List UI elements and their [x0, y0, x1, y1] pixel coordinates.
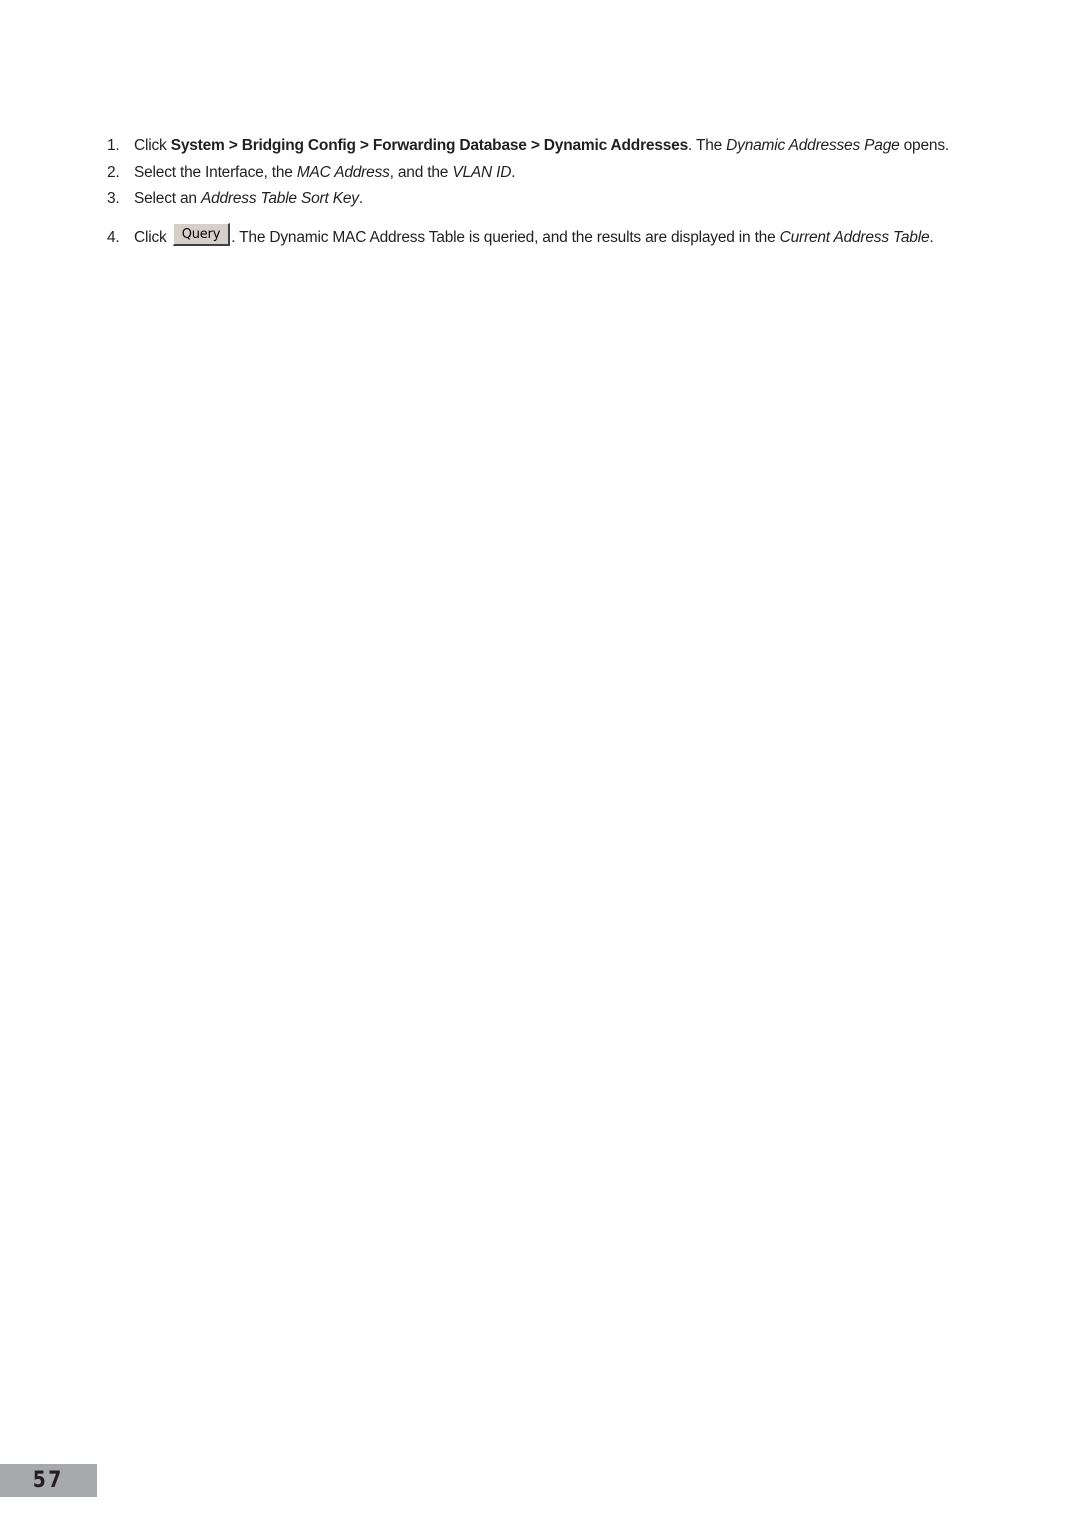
instruction-steps: 1. Click System > Bridging Config > Forw… [107, 132, 987, 251]
menu-path-separator: > [526, 137, 544, 154]
step-text: , and the [389, 164, 453, 181]
menu-path-dynamic-addresses: Dynamic Addresses [543, 137, 689, 154]
page-number-box: 57 [0, 1464, 97, 1497]
step-text: Click [134, 137, 171, 154]
step-text: Select an [134, 190, 201, 207]
field-vlan-id: VLAN ID [452, 164, 512, 181]
step-2: 2. Select the Interface, the MAC Address… [107, 159, 987, 186]
query-button[interactable]: Query [172, 223, 231, 246]
field-address-table-sort-key: Address Table Sort Key [200, 190, 359, 207]
step-3: 3. Select an Address Table Sort Key. [107, 186, 987, 212]
step-number: 4. [107, 229, 120, 246]
page-name: Dynamic Addresses Page [726, 137, 900, 154]
step-text: Select the Interface, the [134, 164, 297, 181]
current-address-table-name: Current Address Table [779, 229, 930, 246]
menu-path-separator: > [224, 137, 242, 154]
step-number: 2. [107, 164, 120, 181]
menu-path-bridging-config: Bridging Config [241, 137, 356, 154]
step-text: . [929, 229, 934, 246]
step-text: . [358, 190, 363, 207]
step-text: . The Dynamic MAC Address Table is queri… [231, 229, 780, 246]
step-number: 3. [107, 190, 120, 207]
step-text: . [511, 164, 516, 181]
step-4: 4. Click Query. The Dynamic MAC Address … [107, 223, 987, 251]
step-text: Click [134, 229, 171, 246]
field-mac-address: MAC Address [296, 164, 390, 181]
menu-path-forwarding-database: Forwarding Database [372, 137, 527, 154]
menu-path-separator: > [355, 137, 373, 154]
page-number: 57 [32, 1468, 65, 1493]
step-1: 1. Click System > Bridging Config > Forw… [107, 132, 987, 159]
step-text: opens. [899, 137, 950, 154]
menu-path-system: System [170, 137, 225, 154]
step-text: . The [688, 137, 727, 154]
step-number: 1. [107, 137, 120, 154]
